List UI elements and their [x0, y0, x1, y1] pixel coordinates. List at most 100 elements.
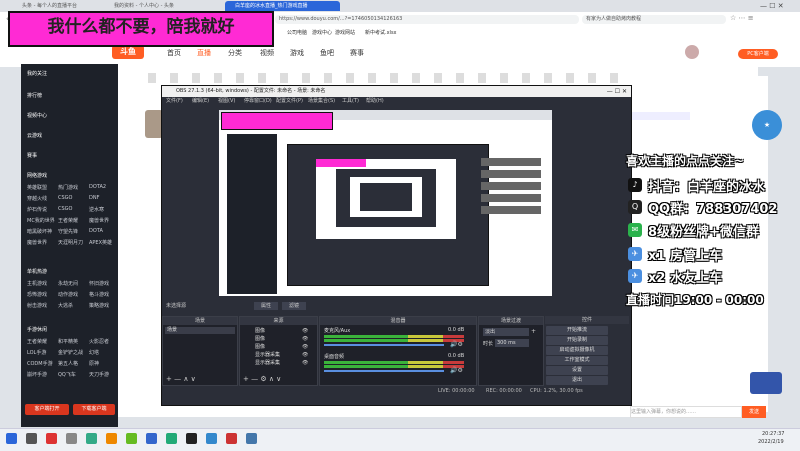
eye-lock-icons[interactable]: 👁 👁 👁 👁 👁 [302, 327, 308, 367]
scene-add-remove-icons[interactable]: + — ∧ ∨ [166, 375, 196, 383]
game-category-link[interactable]: 怀旧游戏 [89, 280, 109, 287]
browser-tab[interactable]: 头条 - 每个人的直播平台 [12, 1, 112, 11]
sidebar-item-cloud[interactable]: 云游戏 [27, 132, 42, 139]
game-category-link[interactable]: 射击游戏 [27, 302, 47, 309]
source-item[interactable]: 图像 [255, 327, 265, 334]
app-icon[interactable] [66, 433, 77, 444]
sidebar-item-rank[interactable]: 排行榜 [27, 92, 42, 99]
folder-icon[interactable] [106, 433, 117, 444]
game-category-link[interactable]: 第五人格 [58, 360, 78, 367]
game-category-link[interactable]: 王者荣耀 [27, 338, 47, 345]
game-category-link[interactable]: 天涯明月刀 [58, 239, 83, 246]
game-category-link[interactable]: 天刀手游 [89, 371, 109, 378]
properties-button[interactable]: 属性 [254, 302, 278, 310]
nav-home[interactable]: 首页 [167, 48, 181, 58]
duration-field[interactable]: 300 ms [495, 339, 529, 347]
sidebar-item-events[interactable]: 赛事 [27, 152, 37, 159]
volume-slider[interactable] [324, 370, 444, 372]
menu-view[interactable]: 视图(V) [218, 97, 235, 106]
bookmark-item[interactable]: 游戏网站 [335, 29, 355, 36]
app-icon[interactable] [226, 433, 237, 444]
game-category-link[interactable]: CODM手游 [27, 360, 53, 367]
nvidia-icon[interactable] [126, 433, 137, 444]
filters-button[interactable]: 滤镜 [282, 302, 306, 310]
app-icon[interactable] [86, 433, 97, 444]
transition-select[interactable]: 淡出 [483, 328, 529, 336]
menu-help[interactable]: 帮助(H) [366, 97, 384, 106]
app-icon[interactable] [146, 433, 157, 444]
sidebar-item-video[interactable]: 视频中心 [27, 112, 47, 119]
game-category-link[interactable]: 幻塔 [89, 349, 99, 356]
game-category-link[interactable]: 崩坏手游 [27, 371, 47, 378]
menu-tools[interactable]: 工具(T) [342, 97, 359, 106]
studio-mode-button[interactable]: 工作室模式 [546, 356, 608, 365]
windows-start-icon[interactable] [6, 433, 17, 444]
exit-button[interactable]: 退出 [546, 376, 608, 385]
menu-edit[interactable]: 编辑(E) [192, 97, 209, 106]
game-category-link[interactable]: DNF [89, 195, 99, 201]
game-category-link[interactable]: 恐怖游戏 [27, 291, 47, 298]
obs-window-controls[interactable]: — ☐ ✕ [607, 86, 627, 97]
scene-item[interactable]: 场景 [165, 327, 235, 334]
browser-icon[interactable] [206, 433, 217, 444]
bookmark-item[interactable]: 公司电脑 [287, 29, 307, 36]
pc-client-button[interactable]: PC客户端 [738, 49, 778, 59]
source-add-remove-icons[interactable]: + — ⚙ ∧ ∨ [243, 375, 281, 383]
game-category-link[interactable]: APEX英雄 [89, 239, 112, 246]
browser-tab[interactable]: 我的资料 - 个人中心 - 头条 [104, 1, 200, 11]
browser-menu-icon[interactable]: ☆ ⋯ ≡ [730, 14, 754, 22]
game-category-link[interactable]: CSGO [58, 195, 72, 201]
game-category-link[interactable]: 策略游戏 [89, 302, 109, 309]
game-category-link[interactable]: 动作游戏 [58, 291, 78, 298]
open-client-button[interactable]: 客户端打开 [25, 404, 69, 415]
game-category-link[interactable]: CSGO [58, 206, 72, 212]
obs-icon[interactable] [186, 433, 197, 444]
window-controls[interactable]: — ☐ ✕ [760, 1, 798, 11]
event-badge[interactable]: ★ [752, 110, 782, 140]
game-category-link[interactable]: 穿越火线 [27, 195, 47, 202]
source-item[interactable]: 图像 [255, 335, 265, 342]
nav-category[interactable]: 分类 [228, 48, 242, 58]
game-category-link[interactable]: 永劫无间 [58, 280, 78, 287]
url-field[interactable]: https://www.douyu.com/...?=1746050134126… [275, 15, 579, 24]
avatar[interactable] [685, 45, 699, 59]
game-category-link[interactable]: 主机游戏 [27, 280, 47, 287]
steam-icon[interactable] [26, 433, 37, 444]
chat-input[interactable]: 这里输入弹幕，你想说的…… [630, 406, 742, 418]
speaker-gear-icon[interactable]: 🔊⚙ [450, 367, 463, 374]
bookmark-item[interactable]: 游戏中心 [312, 29, 332, 36]
download-client-button[interactable]: 下载客户端 [73, 404, 115, 415]
game-category-link[interactable]: 英雄联盟 [27, 184, 47, 191]
game-category-link[interactable]: 热门游戏 [58, 184, 78, 191]
game-category-link[interactable]: 和平精英 [58, 338, 78, 345]
nav-live[interactable]: 直播 [197, 48, 211, 58]
obs-preview[interactable] [219, 110, 552, 296]
game-category-link[interactable]: MC我的世界 [27, 217, 55, 224]
game-category-link[interactable]: 原神 [89, 360, 99, 367]
game-category-link[interactable]: 炉石传说 [27, 206, 47, 213]
game-category-link[interactable]: DOTA2 [89, 184, 106, 190]
gift-banner[interactable] [750, 372, 782, 394]
menu-scene-collection[interactable]: 场景集合(S) [308, 97, 335, 106]
bookmark-item[interactable]: 新中考试.xlsx [365, 29, 397, 36]
settings-button[interactable]: 设置 [546, 366, 608, 375]
menu-file[interactable]: 文件(F) [166, 97, 183, 106]
sidebar-item-follow[interactable]: 我的关注 [27, 70, 47, 77]
game-category-link[interactable]: 逆水寒 [89, 206, 104, 213]
nav-games[interactable]: 游戏 [290, 48, 304, 58]
rank-tab[interactable] [630, 112, 690, 120]
send-button[interactable]: 发送 [742, 406, 766, 418]
game-category-link[interactable]: 格斗游戏 [89, 291, 109, 298]
app-icon[interactable] [166, 433, 177, 444]
game-category-link[interactable]: 守望先锋 [58, 228, 78, 235]
source-item[interactable]: 显示器采集 [255, 359, 280, 366]
game-category-link[interactable]: 大逃杀 [58, 302, 73, 309]
nav-events[interactable]: 赛事 [350, 48, 364, 58]
game-category-link[interactable]: 火影忍者 [89, 338, 109, 345]
game-category-link[interactable]: DOTA [89, 228, 103, 234]
virtual-camera-button[interactable]: 启动虚拟摄像机 [546, 346, 608, 355]
volume-slider[interactable] [324, 344, 444, 346]
game-category-link[interactable]: 魔兽世界 [27, 239, 47, 246]
game-category-link[interactable]: QQ飞车 [58, 371, 76, 378]
game-category-link[interactable]: LOL手游 [27, 349, 46, 356]
